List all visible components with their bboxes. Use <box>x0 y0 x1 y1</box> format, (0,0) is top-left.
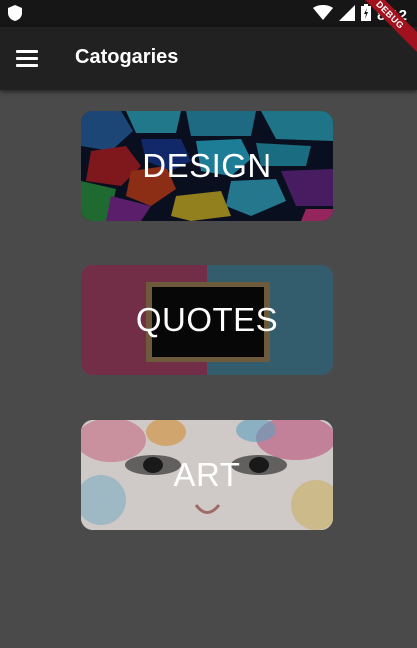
shield-icon <box>8 5 22 26</box>
app-bar: Catogaries <box>0 27 417 90</box>
signal-icon <box>338 4 355 26</box>
menu-icon[interactable] <box>16 50 38 68</box>
category-label-art: ART <box>173 456 241 493</box>
status-bar: 8:12 <box>0 0 417 27</box>
category-card-quotes[interactable]: QUOTES <box>81 265 333 375</box>
category-label-design: DESIGN <box>142 147 272 184</box>
category-label-quotes: QUOTES <box>135 301 279 338</box>
wifi-icon <box>312 5 333 25</box>
category-card-design[interactable]: DESIGN <box>81 111 333 221</box>
page-title: Catogaries <box>75 46 179 68</box>
battery-icon <box>360 4 371 26</box>
category-card-art[interactable]: ART <box>81 420 333 530</box>
